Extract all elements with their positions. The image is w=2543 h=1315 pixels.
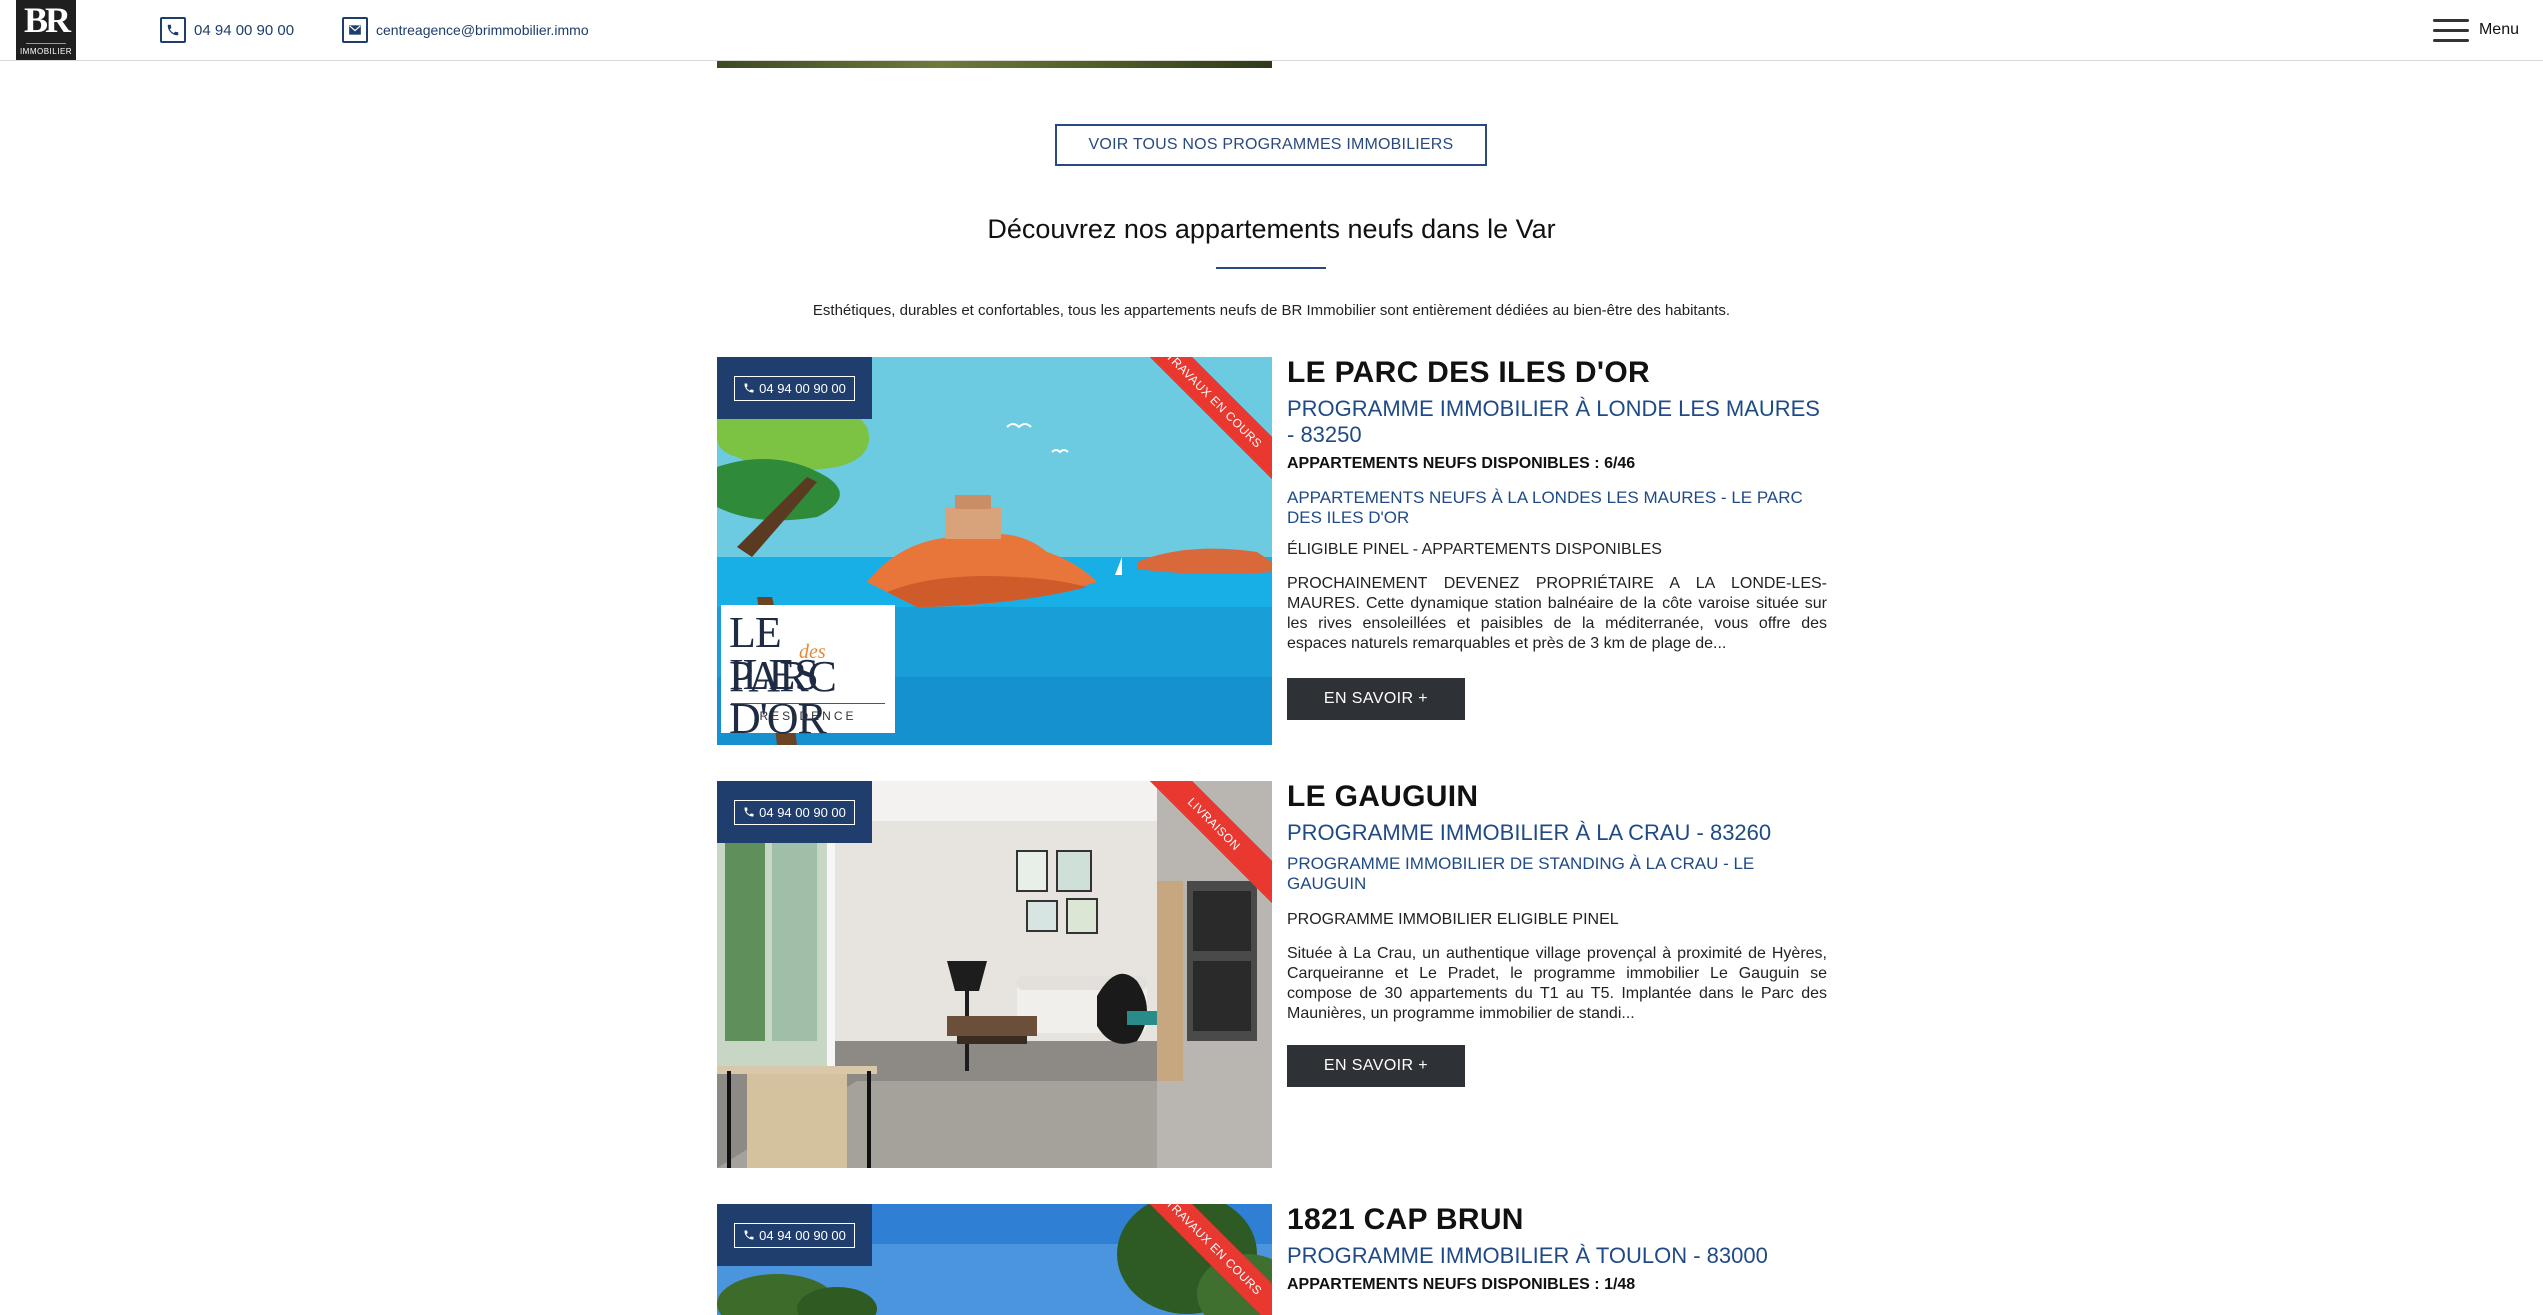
program-eligibility: PROGRAMME IMMOBILIER ELIGIBLE PINEL <box>1287 911 1619 928</box>
phone-icon <box>744 807 754 817</box>
menu-button[interactable]: Menu <box>2432 14 2519 46</box>
program-description: Située à La Crau, un authentique village… <box>1287 945 1827 1022</box>
program-phone-badge[interactable]: 04 94 00 90 00 <box>717 781 872 843</box>
header-phone-text: 04 94 00 90 00 <box>194 21 295 39</box>
learn-more-button[interactable]: EN SAVOIR + <box>1287 1045 1465 1087</box>
phone-icon <box>744 383 754 393</box>
section-intro: Esthétiques, durables et confortables, t… <box>812 302 1731 319</box>
program-phone-badge[interactable]: 04 94 00 90 00 <box>717 1204 872 1266</box>
logo-subtitle: IMMOBILIER <box>19 47 73 56</box>
residence-logo-line3: RESIDENCE <box>759 709 857 723</box>
residence-logo-line2: ILES D'OR <box>729 650 827 743</box>
title-underline <box>1216 267 1326 269</box>
program-phone-text: 04 94 00 90 00 <box>759 380 846 396</box>
logo-divider <box>26 43 66 44</box>
phone-icon <box>160 17 186 43</box>
phone-icon <box>744 1230 754 1240</box>
program-phone-text: 04 94 00 90 00 <box>759 1227 846 1243</box>
program-availability: APPARTEMENTS NEUFS DISPONIBLES : 6/46 <box>1287 455 1636 472</box>
program-subtitle: PROGRAMME IMMOBILIER À TOULON - 83000 <box>1287 1243 1768 1268</box>
program-image-parc-iles-or[interactable]: LE PARC des ILES D'OR RESIDENCE 04 94 00… <box>717 357 1272 745</box>
menu-label: Menu <box>2478 21 2519 38</box>
program-heading: APPARTEMENTS NEUFS À LA LONDES LES MAURE… <box>1287 488 1803 527</box>
header-phone-link[interactable]: 04 94 00 90 00 <box>160 16 294 44</box>
program-subtitle: PROGRAMME IMMOBILIER À LONDE LES MAURES … <box>1287 396 1820 447</box>
previous-program-image <box>717 60 1272 68</box>
program-subtitle: PROGRAMME IMMOBILIER À LA CRAU - 83260 <box>1287 820 1772 845</box>
envelope-icon <box>342 17 368 43</box>
program-title[interactable]: LE GAUGUIN <box>1287 780 1827 814</box>
learn-more-button[interactable]: EN SAVOIR + <box>1287 678 1465 720</box>
all-programs-button[interactable]: VOIR TOUS NOS PROGRAMMES IMMOBILIERS <box>1055 124 1487 166</box>
program-card-text: 1821 CAP BRUN PROGRAMME IMMOBILIER À TOU… <box>1287 1203 1827 1295</box>
residence-logo: LE PARC des ILES D'OR RESIDENCE <box>721 605 895 741</box>
program-phone-badge[interactable]: 04 94 00 90 00 <box>717 357 872 419</box>
section-title: Découvrez nos appartements neufs dans le… <box>987 214 1556 244</box>
program-availability: APPARTEMENTS NEUFS DISPONIBLES : 1/48 <box>1287 1276 1636 1293</box>
program-image-gauguin[interactable]: 04 94 00 90 00 LIVRAISON <box>717 781 1272 1168</box>
program-description: PROCHAINEMENT DEVENEZ PROPRIÉTAIRE A LA … <box>1287 575 1827 652</box>
program-title[interactable]: LE PARC DES ILES D'OR <box>1287 356 1827 390</box>
site-header: BR IMMOBILIER 04 94 00 90 00 centreagenc… <box>0 0 2543 61</box>
header-email-text: centreagence@brimmobilier.immo <box>376 22 589 38</box>
program-card-text: LE PARC DES ILES D'OR PROGRAMME IMMOBILI… <box>1287 356 1827 654</box>
brand-logo[interactable]: BR IMMOBILIER <box>16 0 76 60</box>
header-email-link[interactable]: centreagence@brimmobilier.immo <box>342 16 589 44</box>
residence-logo-rule <box>731 703 885 704</box>
logo-monogram: BR <box>23 0 71 40</box>
program-title[interactable]: 1821 CAP BRUN <box>1287 1203 1827 1237</box>
program-image-cap-brun[interactable]: 04 94 00 90 00 TRAVAUX EN COURS <box>717 1204 1272 1315</box>
hamburger-icon <box>2432 17 2469 43</box>
program-eligibility: ÉLIGIBLE PINEL - APPARTEMENTS DISPONIBLE… <box>1287 541 1662 558</box>
program-heading: PROGRAMME IMMOBILIER DE STANDING À LA CR… <box>1287 854 1755 893</box>
program-card-text: LE GAUGUIN PROGRAMME IMMOBILIER À LA CRA… <box>1287 780 1827 1024</box>
program-phone-text: 04 94 00 90 00 <box>759 804 846 820</box>
